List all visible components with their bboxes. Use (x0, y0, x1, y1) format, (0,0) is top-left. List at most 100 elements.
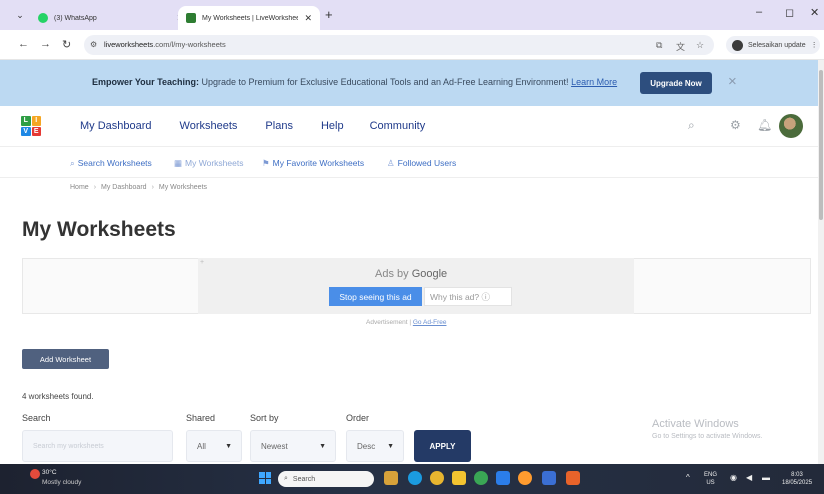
subnav-search-worksheets[interactable]: ⌕ Search Worksheets (70, 158, 152, 169)
new-tab-button[interactable]: + (325, 7, 333, 22)
user-avatar[interactable] (779, 114, 803, 138)
scrollbar-thumb[interactable] (819, 70, 823, 220)
search-worksheets-input[interactable]: Search my worksheets (22, 430, 173, 462)
search-label: Search (22, 413, 51, 423)
upgrade-now-button[interactable]: Upgrade Now (640, 72, 712, 94)
stop-seeing-ad-button[interactable]: Stop seeing this ad (329, 287, 422, 306)
order-label: Order (346, 413, 370, 423)
page-title: My Worksheets (22, 218, 176, 241)
tab-whatsapp[interactable]: (3) WhatsApp ✕ (30, 6, 192, 30)
sort-by-select[interactable]: Newest ▼ (250, 430, 336, 462)
edge-icon[interactable] (408, 471, 422, 485)
apply-filters-button[interactable]: APPLY (414, 430, 471, 462)
close-window-icon[interactable]: ✕ (810, 6, 819, 19)
settings-icon[interactable]: ⚙ (730, 118, 741, 132)
office-icon[interactable] (566, 471, 580, 485)
browser-update-button[interactable]: Selesaikan update ⋮ (726, 36, 820, 54)
site-info-icon[interactable]: ⚙ (90, 40, 100, 49)
order-select[interactable]: Desc ▼ (346, 430, 404, 462)
subnav-label: Search Worksheets (77, 158, 152, 168)
url-text: liveworksheets.com/l/my-worksheets (104, 40, 226, 49)
subnav-label: Followed Users (397, 158, 457, 168)
back-icon[interactable]: ← (18, 38, 29, 50)
ad-choices-icon[interactable]: + (200, 259, 204, 266)
weather-icon[interactable] (30, 469, 40, 479)
translate-icon[interactable]: 文 (676, 40, 685, 53)
result-count: 4 worksheets found. (22, 392, 94, 401)
users-icon: ♙ (387, 158, 395, 168)
whatsapp-favicon-icon (38, 13, 48, 23)
subnav-label: My Favorite Worksheets (272, 158, 365, 168)
tab-search-chevron-icon[interactable]: ⌄ (14, 9, 26, 21)
breadcrumb-separator: › (93, 184, 97, 191)
chrome-icon[interactable] (474, 471, 488, 485)
caret-down-icon: ▼ (319, 442, 326, 450)
nav-worksheets[interactable]: Worksheets (180, 120, 238, 132)
clock[interactable]: 8:03 18/05/2025 (782, 471, 812, 487)
minimize-icon[interactable]: – (756, 6, 762, 18)
subnav-my-worksheets[interactable]: ▦ My Worksheets (174, 158, 243, 169)
forward-icon[interactable]: → (40, 38, 51, 50)
file-explorer-icon[interactable] (452, 471, 466, 485)
taskbar-app-icon[interactable] (384, 471, 398, 485)
notification-bell-icon[interactable]: 🔔︎ (757, 118, 772, 132)
input-language[interactable]: ENG US (704, 471, 717, 487)
windows-start-icon[interactable] (259, 472, 271, 484)
reload-icon[interactable]: ↻ (62, 38, 71, 51)
premium-promo-banner: Empower Your Teaching: Upgrade to Premiu… (0, 60, 818, 106)
go-ad-free-link[interactable]: Go Ad-Free (413, 319, 447, 326)
add-worksheet-button[interactable]: Add Worksheet (22, 349, 109, 369)
close-tab-icon[interactable]: ✕ (304, 13, 312, 24)
tab-my-worksheets[interactable]: My Worksheets | LiveWorkshee ✕ (178, 6, 320, 30)
nav-community[interactable]: Community (370, 120, 426, 132)
sort-by-label: Sort by (250, 413, 279, 423)
liveworksheets-logo[interactable]: L I V E (21, 116, 41, 136)
copilot-icon[interactable] (430, 471, 444, 485)
logo-letter: I (31, 116, 41, 126)
logo-letter: L (21, 116, 31, 126)
install-app-icon[interactable]: ⧉ (656, 40, 662, 51)
weather-description: Mostly cloudy (42, 479, 82, 486)
menu-dots-icon[interactable]: ⋮ (811, 41, 818, 49)
maximize-icon[interactable]: ◻ (785, 6, 794, 19)
subnav-favorite-worksheets[interactable]: ⚑ My Favorite Worksheets (262, 158, 364, 169)
promo-message: Empower Your Teaching: Upgrade to Premiu… (92, 77, 617, 87)
bookmark-star-icon[interactable]: ☆ (696, 40, 704, 51)
promo-lead: Empower Your Teaching: (92, 77, 200, 87)
tab-title: My Worksheets | LiveWorkshee (202, 14, 299, 22)
search-placeholder: Search my worksheets (33, 442, 104, 450)
battery-icon[interactable]: ▬ (762, 473, 770, 482)
weather-temperature: 30°C (42, 469, 57, 476)
caret-down-icon: ▼ (387, 442, 394, 450)
store-icon[interactable] (496, 471, 510, 485)
tray-chevron-up-icon[interactable]: ^ (686, 473, 690, 482)
nav-plans[interactable]: Plans (265, 120, 293, 132)
liveworksheets-favicon-icon (186, 13, 196, 23)
nav-my-dashboard[interactable]: My Dashboard (80, 120, 152, 132)
taskbar-search-box[interactable]: ⌕ Search (278, 471, 374, 487)
search-icon[interactable]: ⌕ (688, 118, 695, 133)
watermark-title: Activate Windows (652, 418, 739, 430)
caret-down-icon: ▼ (225, 442, 232, 450)
subnav-followed-users[interactable]: ♙ Followed Users (387, 158, 456, 169)
worksheet-subnav: ⌕ Search Worksheets ▦ My Worksheets ⚑ My Fa… (0, 146, 818, 178)
why-this-ad-button[interactable]: Why this ad? ⓘ (424, 287, 512, 306)
mail-icon[interactable] (542, 471, 556, 485)
main-nav: My Dashboard Worksheets Plans Help Commu… (80, 120, 425, 132)
shared-select[interactable]: All ▼ (186, 430, 242, 462)
app-icon[interactable] (518, 471, 532, 485)
taskbar-search-label: Search (292, 475, 316, 483)
learn-more-link[interactable]: Learn More (571, 77, 617, 87)
url-input[interactable]: ⚙ liveworksheets.com/l/my-worksheets ⧉ 文… (84, 35, 714, 55)
breadcrumb-home[interactable]: Home (70, 184, 89, 191)
nav-help[interactable]: Help (321, 120, 344, 132)
advertisement-footer: Advertisement | Go Ad-Free (366, 319, 447, 326)
wifi-icon[interactable]: ◉ (730, 473, 737, 482)
activate-windows-watermark: Activate Windows Go to Settings to activ… (652, 418, 763, 440)
close-promo-icon[interactable]: × (728, 73, 737, 90)
breadcrumb-dashboard[interactable]: My Dashboard (101, 184, 147, 191)
order-value: Desc (357, 441, 376, 451)
promo-body: Upgrade to Premium for Exclusive Educati… (201, 77, 569, 87)
grid-icon: ▦ (174, 158, 183, 168)
volume-icon[interactable]: ◀ (746, 473, 752, 482)
